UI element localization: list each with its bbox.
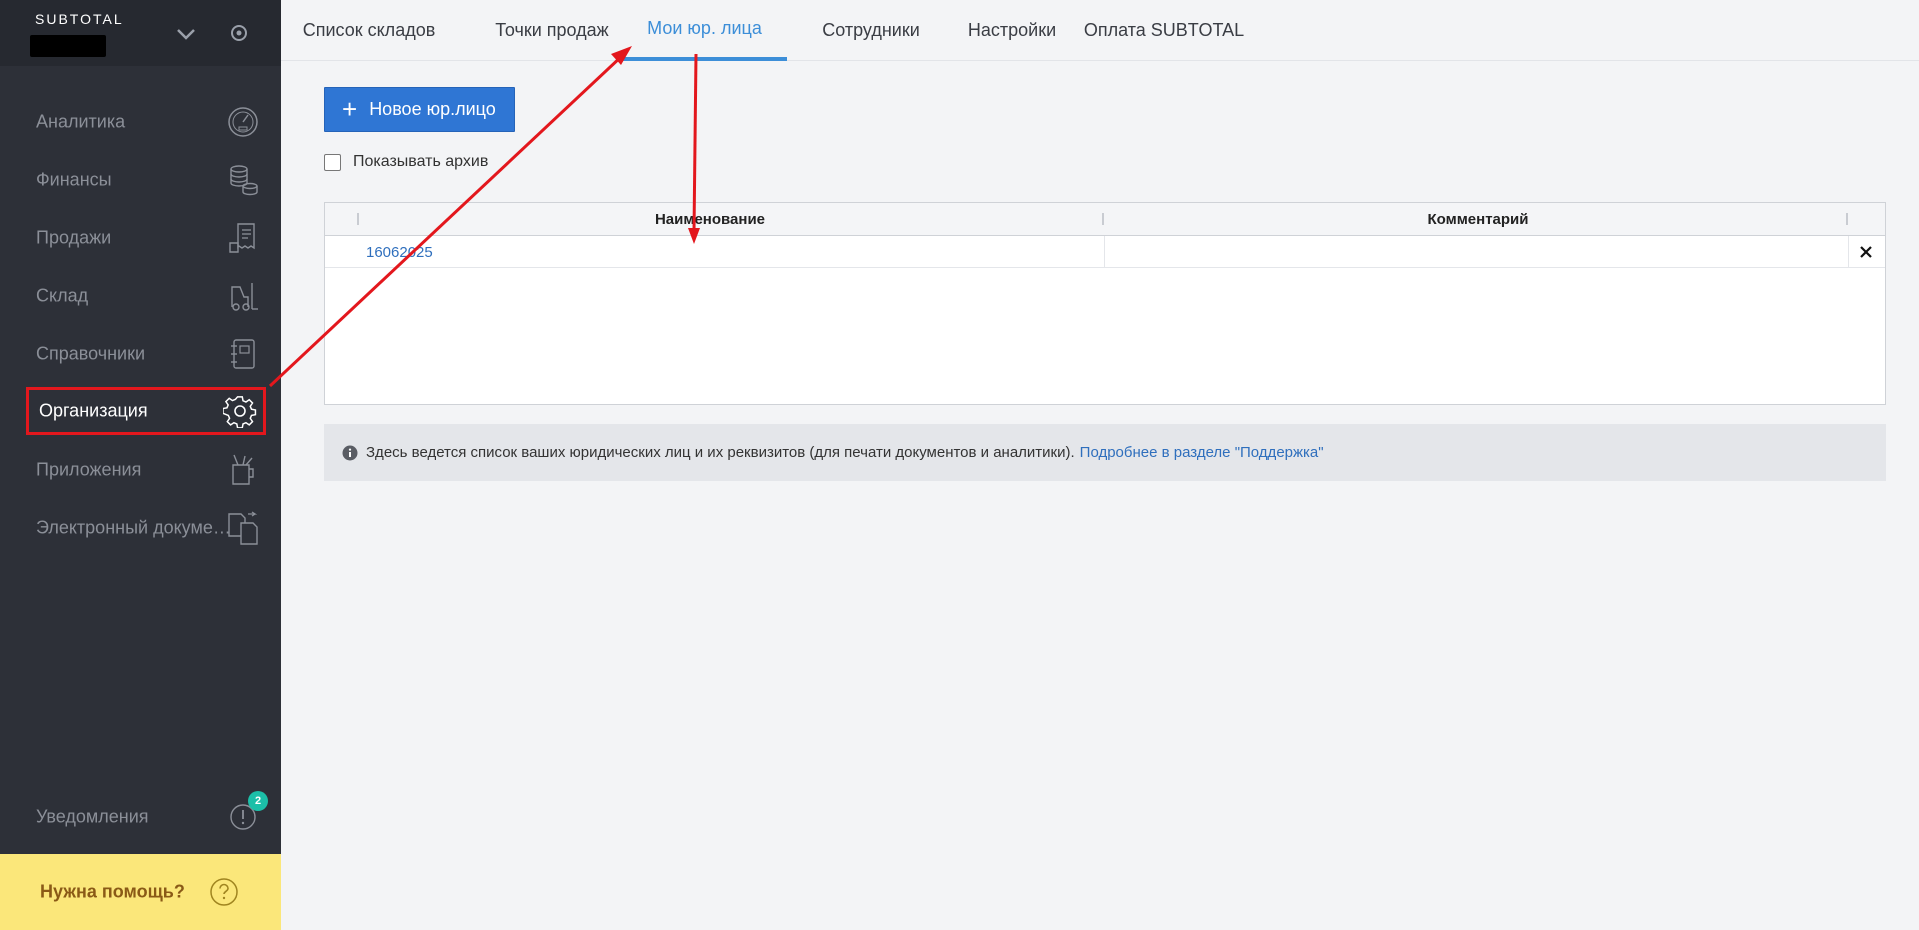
tab-warehouses[interactable]: Список складов (285, 0, 453, 61)
redacted-account-name (30, 35, 106, 57)
sidebar-item-label: Приложения (36, 459, 142, 480)
brand-name: SUBTOTAL (35, 11, 124, 27)
info-panel: Здесь ведется список ваших юридических л… (324, 424, 1886, 481)
sidebar-item-notifications[interactable]: Уведомления 2 (26, 791, 268, 841)
sidebar-item-label: Электронный докуме… (36, 517, 231, 538)
target-icon[interactable] (228, 22, 250, 44)
apps-cup-icon (232, 454, 254, 485)
sidebar-item-references[interactable]: Справочники (26, 330, 266, 378)
tab-employees[interactable]: Сотрудники (798, 0, 944, 61)
coins-icon (230, 165, 258, 196)
speedometer-icon (228, 107, 258, 137)
legal-entity-name-link[interactable]: 16062025 (366, 236, 433, 268)
show-archive-toggle[interactable]: Показывать архив (324, 152, 488, 172)
sidebar: SUBTOTAL Аналитика Финансы Продажи Склад… (0, 0, 281, 930)
new-legal-entity-button[interactable]: + Новое юр.лицо (324, 87, 515, 132)
help-label: Нужна помощь? (40, 881, 185, 902)
sidebar-item-organization[interactable]: Организация (26, 387, 266, 435)
tab-settings[interactable]: Настройки (950, 0, 1074, 61)
sidebar-item-label: Финансы (36, 169, 112, 190)
column-header-name[interactable]: Наименование (359, 203, 1061, 236)
tab-sales-points[interactable]: Точки продаж (467, 0, 637, 61)
delete-row-button[interactable] (1847, 236, 1885, 268)
forklift-icon (231, 283, 258, 311)
table-header: Наименование Комментарий (325, 203, 1885, 236)
info-icon (342, 445, 358, 460)
sidebar-item-label: Склад (36, 285, 89, 306)
sidebar-item-label: Уведомления (36, 806, 149, 827)
column-header-comment[interactable]: Комментарий (1104, 203, 1852, 236)
table-row[interactable]: 16062025 (325, 236, 1885, 268)
sidebar-item-sales[interactable]: Продажи (26, 214, 266, 262)
notification-count-badge: 2 (248, 791, 268, 811)
help-button[interactable]: Нужна помощь? (0, 854, 281, 930)
cell-divider (1104, 236, 1105, 268)
chevron-down-icon[interactable] (172, 20, 200, 48)
info-text: Здесь ведется список ваших юридических л… (366, 444, 1075, 461)
sidebar-item-label: Продажи (36, 227, 112, 248)
sidebar-item-finance[interactable]: Финансы (26, 156, 266, 204)
sidebar-item-label: Организация (39, 400, 148, 421)
plus-icon: + (342, 93, 358, 124)
show-archive-checkbox[interactable] (324, 153, 341, 171)
sidebar-item-label: Аналитика (36, 111, 126, 132)
top-tabs: Список складов Точки продаж Мои юр. лица… (281, 0, 1919, 61)
question-icon (210, 878, 238, 906)
brand-header: SUBTOTAL (0, 0, 281, 66)
document-exchange-icon (228, 511, 258, 545)
legal-entities-table: Наименование Комментарий 16062025 (324, 202, 1886, 405)
show-archive-label: Показывать архив (353, 153, 489, 170)
tab-subtotal-payment[interactable]: Оплата SUBTOTAL (1081, 0, 1247, 61)
sidebar-item-label: Справочники (36, 343, 146, 364)
sidebar-item-warehouse[interactable]: Склад (26, 272, 266, 320)
notebook-icon (231, 339, 255, 369)
tab-legal-entities[interactable]: Мои юр. лица (622, 0, 787, 61)
sidebar-item-apps[interactable]: Приложения (26, 446, 266, 494)
receipt-icon (229, 223, 255, 253)
support-link[interactable]: Подробнее в разделе "Поддержка" (1080, 444, 1324, 461)
sidebar-item-edocs[interactable]: Электронный докуме… (26, 504, 266, 552)
gear-icon (223, 396, 257, 428)
close-icon (1860, 246, 1872, 258)
new-legal-entity-label: Новое юр.лицо (369, 99, 496, 119)
column-resize-handle[interactable] (1846, 213, 1848, 225)
sidebar-item-analytics[interactable]: Аналитика (26, 98, 266, 146)
